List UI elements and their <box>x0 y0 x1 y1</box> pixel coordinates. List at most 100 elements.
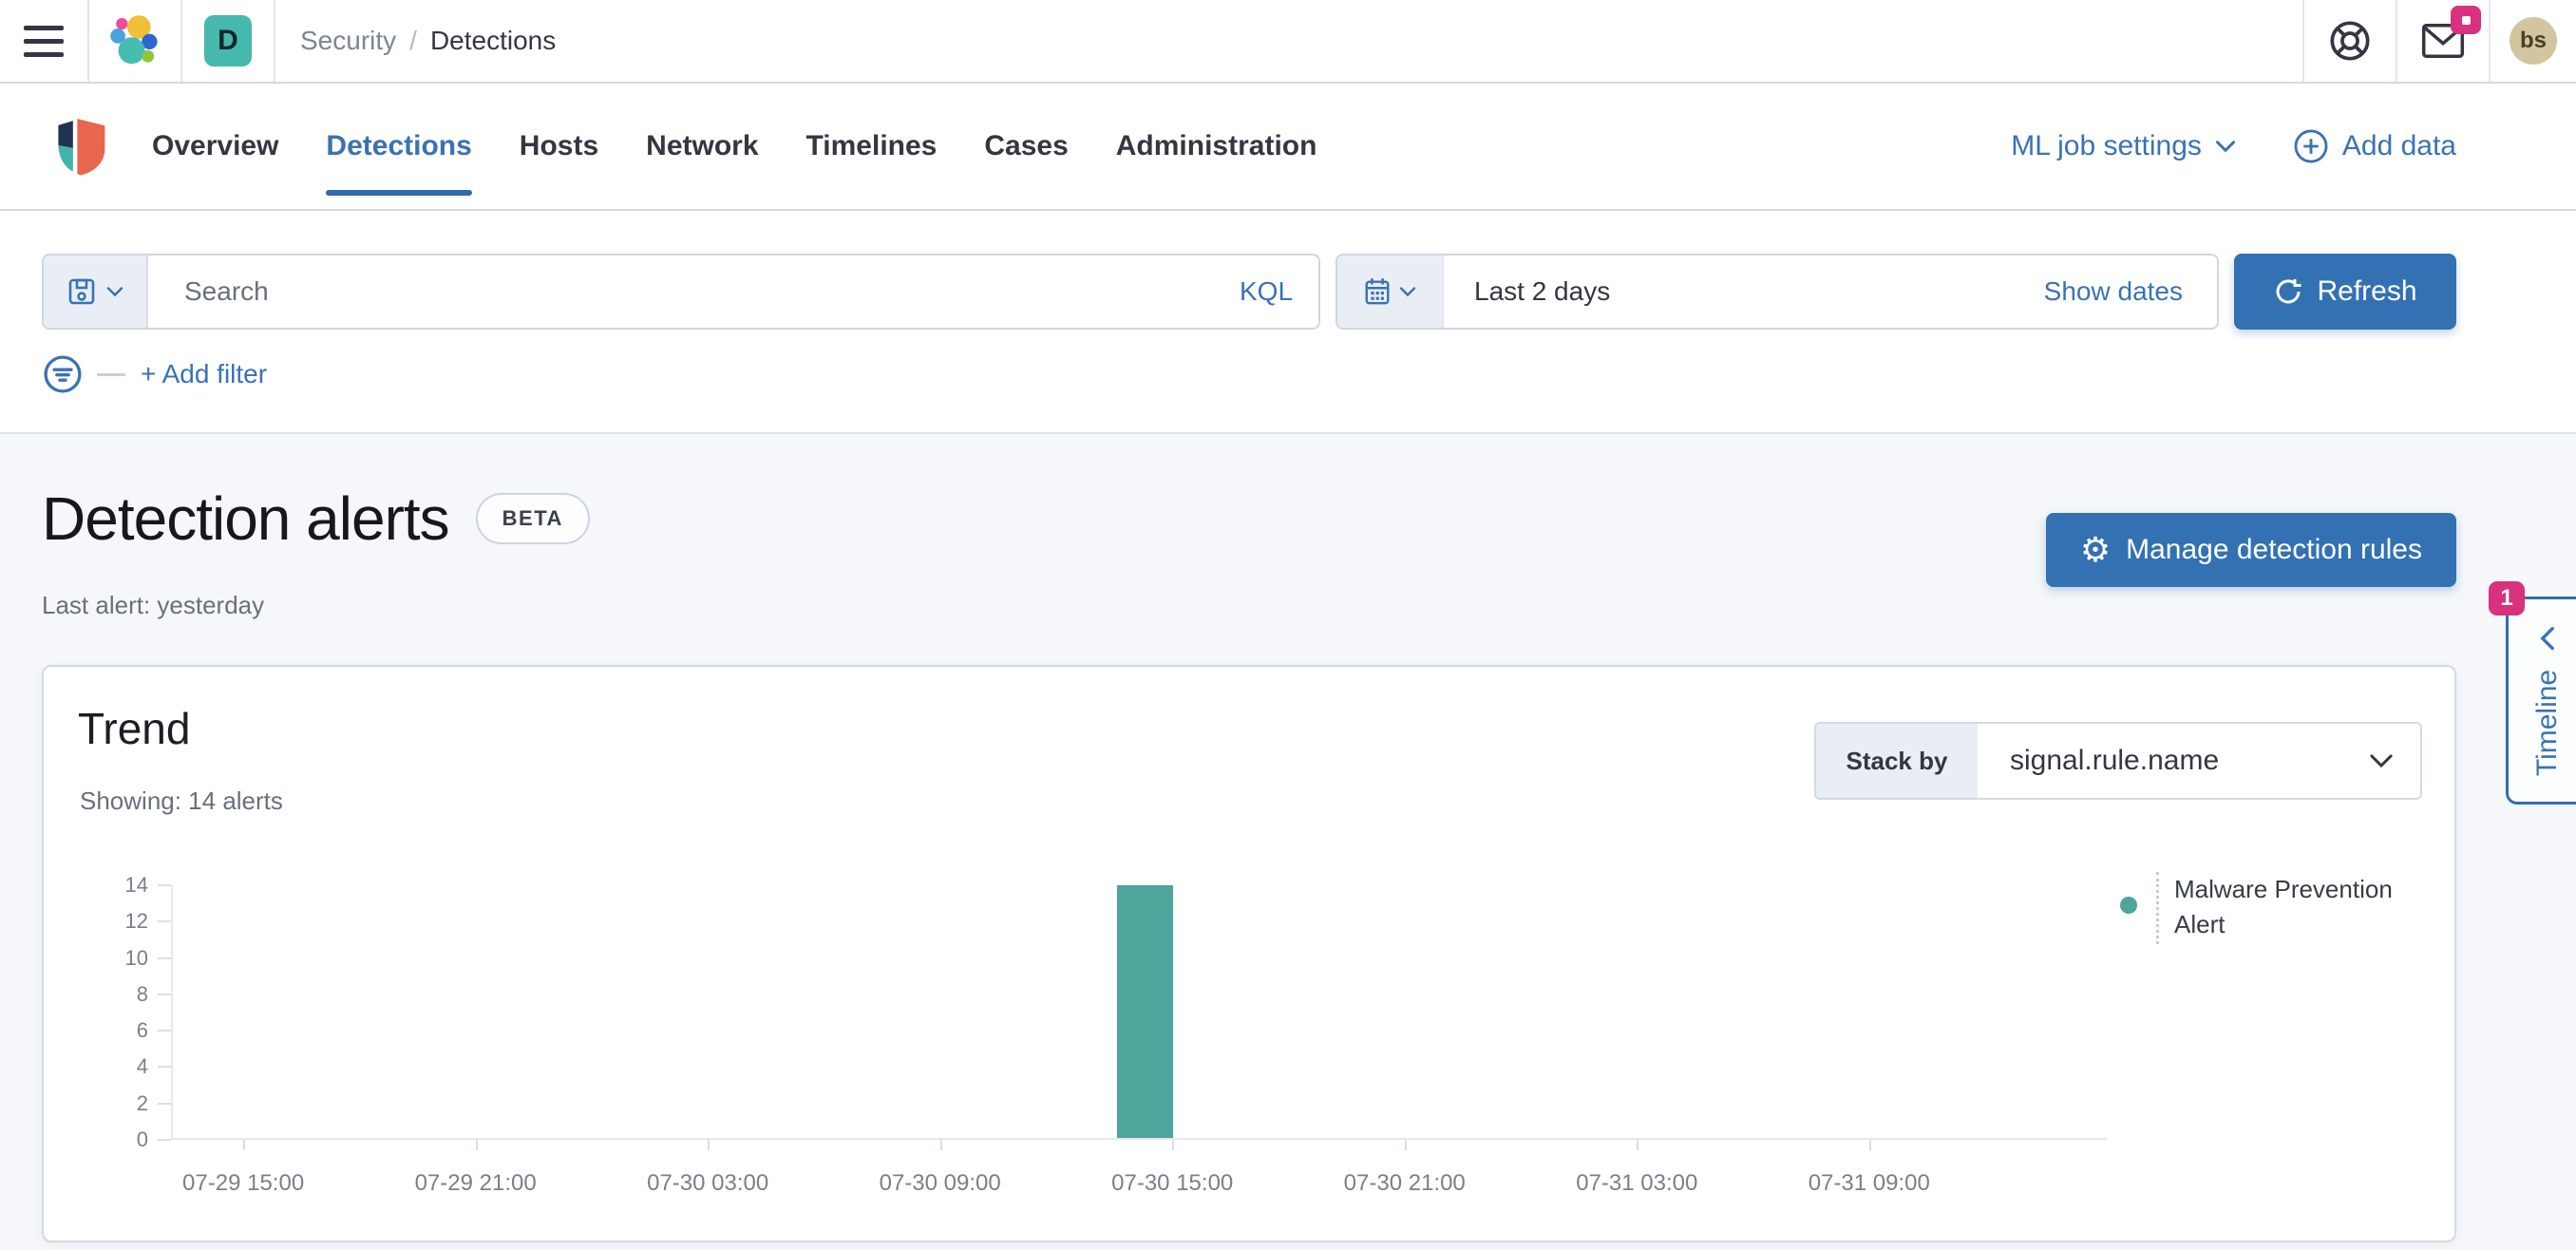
x-tick-label: 07-29 21:00 <box>415 1170 537 1197</box>
security-app-nav: Overview Detections Hosts Network Timeli… <box>0 84 2576 211</box>
chevron-down-icon <box>2215 140 2236 153</box>
ml-job-settings-button[interactable]: ML job settings <box>2011 130 2236 162</box>
divider <box>2489 0 2491 82</box>
stack-by-control: Stack by signal.rule.name <box>1814 722 2422 800</box>
y-tick: 10 <box>82 946 171 971</box>
y-tick: 8 <box>82 982 171 1007</box>
help-button[interactable] <box>2304 0 2396 82</box>
x-tick-mark <box>476 1140 478 1150</box>
legend-item[interactable]: Malware Prevention Alert <box>2120 872 2423 944</box>
last-alert-text: Last alert: yesterday <box>42 591 264 620</box>
timeline-flyout-inner: Timeline <box>2531 625 2564 775</box>
breadcrumb-security[interactable]: Security <box>300 26 396 56</box>
filter-row: + Add filter <box>42 353 267 395</box>
x-axis: 07-29 15:00 07-29 21:00 07-30 03:00 07-30 0… <box>173 1140 2107 1216</box>
add-filter-button[interactable]: + Add filter <box>141 359 267 389</box>
x-tick-label: 07-31 09:00 <box>1809 1170 1930 1197</box>
stack-by-label: Stack by <box>1816 724 1978 798</box>
tab-detections[interactable]: Detections <box>326 84 471 209</box>
x-tick-mark <box>940 1140 942 1150</box>
security-app-logo <box>53 115 108 178</box>
chevron-down-icon <box>1399 286 1416 297</box>
date-range-value[interactable]: Last 2 days <box>1444 256 2044 328</box>
saved-query-button[interactable] <box>44 256 148 328</box>
date-picker: Last 2 days Show dates <box>1335 254 2219 330</box>
alert-count-text: Showing: 14 alerts <box>80 786 283 816</box>
elastic-logo-icon <box>107 13 162 68</box>
timeline-badge: 1 <box>2489 581 2525 616</box>
x-tick-mark <box>1172 1140 1174 1150</box>
x-tick-label: 07-31 03:00 <box>1576 1170 1697 1197</box>
elastic-logo[interactable] <box>89 0 180 82</box>
tab-hosts[interactable]: Hosts <box>520 84 598 209</box>
breadcrumb: Security / Detections <box>275 26 556 56</box>
newsfeed-button[interactable] <box>2397 0 2489 82</box>
notification-badge <box>2451 6 2481 34</box>
trend-bar[interactable] <box>1117 885 1173 1138</box>
x-tick-label: 07-29 15:00 <box>182 1170 304 1197</box>
help-icon <box>2328 19 2372 63</box>
space-selector[interactable]: D <box>182 0 274 82</box>
chevron-down-icon <box>106 286 123 297</box>
date-quick-select-button[interactable] <box>1337 256 1444 328</box>
tab-network[interactable]: Network <box>646 84 758 209</box>
tab-cases[interactable]: Cases <box>984 84 1068 209</box>
tab-timelines[interactable]: Timelines <box>806 84 938 209</box>
nav-tabs: Overview Detections Hosts Network Timeli… <box>152 84 1316 209</box>
legend-label: Malware Prevention Alert <box>2174 872 2423 942</box>
add-data-button[interactable]: Add data <box>2293 128 2456 164</box>
plus-circle-icon <box>2293 128 2329 164</box>
y-axis-labels: 14121086420 <box>82 885 171 1140</box>
x-tick-mark <box>1405 1140 1407 1150</box>
top-bar-right: bs <box>2302 0 2576 82</box>
x-tick-label: 07-30 15:00 <box>1111 1170 1233 1197</box>
x-tick-label: 07-30 21:00 <box>1344 1170 1466 1197</box>
x-tick-label: 07-30 03:00 <box>647 1170 768 1197</box>
gear-icon: ⚙ <box>2080 533 2111 567</box>
y-tick: 14 <box>82 873 171 898</box>
timeline-flyout-label: Timeline <box>2531 669 2564 775</box>
calendar-icon <box>1363 276 1392 307</box>
refresh-icon <box>2273 276 2303 307</box>
breadcrumb-detections: Detections <box>430 26 556 56</box>
filter-icon[interactable] <box>42 353 84 395</box>
filter-divider <box>97 373 125 376</box>
save-icon <box>66 276 97 307</box>
manage-detection-rules-button[interactable]: ⚙ Manage detection rules <box>2046 513 2456 587</box>
query-language-button[interactable]: KQL <box>1214 256 1318 328</box>
user-avatar[interactable]: bs <box>2510 17 2557 65</box>
timeline-flyout-tab[interactable]: Timeline <box>2506 597 2576 805</box>
x-tick-label: 07-30 09:00 <box>880 1170 1001 1197</box>
y-tick: 2 <box>82 1091 171 1116</box>
x-tick-mark <box>1869 1140 1871 1150</box>
stack-by-value: signal.rule.name <box>2010 745 2369 777</box>
search-input[interactable] <box>148 256 1214 328</box>
y-tick: 0 <box>82 1127 171 1152</box>
tab-overview[interactable]: Overview <box>152 84 278 209</box>
query-bar: KQL Last 2 days Show dates <box>42 254 2456 330</box>
page-title: Detection alerts <box>42 483 449 554</box>
show-dates-button[interactable]: Show dates <box>2044 256 2217 328</box>
x-tick-mark <box>243 1140 245 1150</box>
y-tick: 6 <box>82 1018 171 1043</box>
breadcrumb-separator: / <box>409 26 417 56</box>
tab-administration[interactable]: Administration <box>1116 84 1317 209</box>
y-tick: 12 <box>82 909 171 934</box>
plot-area <box>173 885 2107 1138</box>
refresh-button[interactable]: Refresh <box>2234 254 2456 330</box>
nav-right-controls: ML job settings Add data <box>2011 128 2456 164</box>
legend-swatch <box>2120 897 2137 914</box>
x-tick-mark <box>1637 1140 1638 1150</box>
menu-icon[interactable] <box>0 0 87 82</box>
x-tick-mark <box>708 1140 710 1150</box>
y-tick: 4 <box>82 1054 171 1079</box>
chevron-expand-icon <box>2540 625 2555 650</box>
trend-panel: Trend Showing: 14 alerts Stack by signal… <box>42 665 2456 1242</box>
trend-title: Trend <box>78 703 190 754</box>
search-bar-group: KQL <box>42 254 1320 330</box>
space-badge: D <box>204 15 252 66</box>
stack-by-select[interactable]: signal.rule.name <box>1978 724 2420 798</box>
security-shield-icon <box>53 115 108 178</box>
page-title-row: Detection alerts BETA <box>42 475 590 562</box>
top-chrome-bar: D Security / Detections <box>0 0 2576 84</box>
